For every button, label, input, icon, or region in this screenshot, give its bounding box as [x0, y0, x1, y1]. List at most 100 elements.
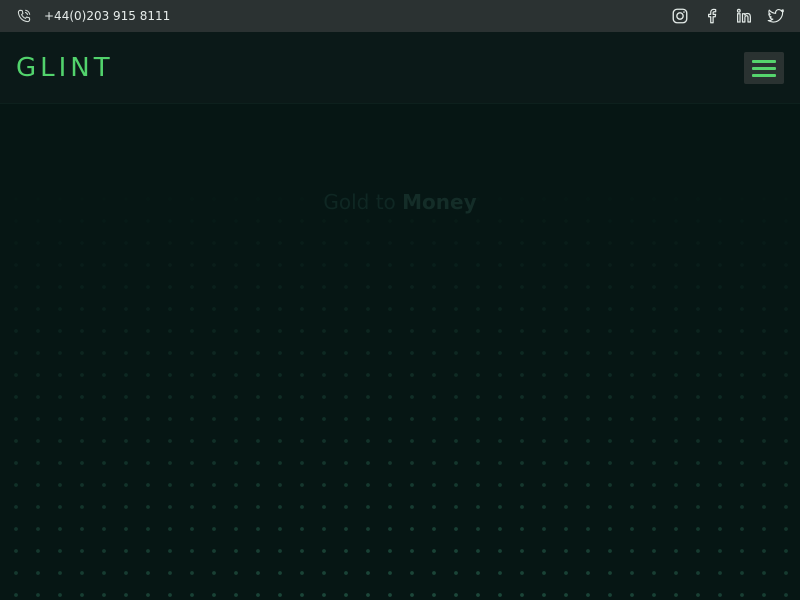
- background-dot: [696, 307, 700, 311]
- background-dot: [564, 593, 568, 597]
- background-dot: [608, 395, 612, 399]
- background-dot: [652, 593, 656, 597]
- background-dot: [410, 241, 414, 245]
- phone-icon[interactable]: [16, 8, 32, 24]
- background-dot: [432, 307, 436, 311]
- background-dot: [190, 241, 194, 245]
- background-dot: [696, 461, 700, 465]
- background-dot: [498, 571, 502, 575]
- background-dot: [542, 461, 546, 465]
- background-dot: [432, 373, 436, 377]
- background-dot: [80, 439, 84, 443]
- hamburger-menu-button[interactable]: [744, 52, 784, 84]
- background-dot: [278, 307, 282, 311]
- background-dot: [520, 351, 524, 355]
- background-dot: [498, 285, 502, 289]
- background-dot: [410, 505, 414, 509]
- background-dot: [278, 263, 282, 267]
- menu-bar-bottom: [752, 74, 776, 77]
- background-dot: [740, 417, 744, 421]
- hero-title-part2: Money: [402, 190, 477, 214]
- background-dot: [190, 219, 194, 223]
- background-dot: [410, 571, 414, 575]
- background-dot: [278, 395, 282, 399]
- background-dot: [190, 351, 194, 355]
- background-dot: [718, 373, 722, 377]
- background-dot: [146, 439, 150, 443]
- background-dot: [520, 505, 524, 509]
- background-dot: [102, 373, 106, 377]
- background-dot: [498, 263, 502, 267]
- background-dot: [36, 373, 40, 377]
- background-dot: [322, 593, 326, 597]
- background-dot: [58, 593, 62, 597]
- background-dot: [410, 549, 414, 553]
- background-dot: [146, 219, 150, 223]
- background-dot: [124, 285, 128, 289]
- background-dot: [542, 483, 546, 487]
- background-dot: [454, 241, 458, 245]
- background-dot: [190, 285, 194, 289]
- background-dot: [410, 351, 414, 355]
- background-dot: [608, 219, 612, 223]
- background-dot: [454, 505, 458, 509]
- background-dot: [674, 307, 678, 311]
- background-dot: [278, 483, 282, 487]
- background-dot: [652, 527, 656, 531]
- background-dot: [212, 395, 216, 399]
- background-dot: [520, 373, 524, 377]
- background-dot: [762, 527, 766, 531]
- background-dot: [740, 527, 744, 531]
- background-dot: [190, 439, 194, 443]
- background-dot: [542, 439, 546, 443]
- background-dot: [652, 373, 656, 377]
- background-dot: [146, 351, 150, 355]
- background-dot: [256, 505, 260, 509]
- background-dot: [498, 549, 502, 553]
- background-dot: [762, 219, 766, 223]
- background-dot: [674, 483, 678, 487]
- background-dot: [190, 549, 194, 553]
- background-dot: [322, 285, 326, 289]
- facebook-icon[interactable]: [703, 7, 721, 25]
- background-dot: [476, 329, 480, 333]
- background-dot: [432, 351, 436, 355]
- instagram-icon[interactable]: [671, 7, 689, 25]
- background-dot: [630, 373, 634, 377]
- background-dot: [278, 373, 282, 377]
- background-dot: [58, 549, 62, 553]
- background-dot: [762, 483, 766, 487]
- background-dot: [542, 395, 546, 399]
- background-dot: [498, 483, 502, 487]
- background-dot: [784, 439, 788, 443]
- phone-number[interactable]: +44(0)203 915 8111: [44, 9, 170, 24]
- background-dot: [322, 505, 326, 509]
- background-dot: [80, 549, 84, 553]
- twitter-icon[interactable]: [767, 7, 785, 25]
- background-dot: [586, 241, 590, 245]
- background-dot: [146, 549, 150, 553]
- background-dot: [652, 395, 656, 399]
- linkedin-icon[interactable]: [735, 7, 753, 25]
- background-dot: [366, 593, 370, 597]
- background-dot: [784, 219, 788, 223]
- background-dot: [146, 527, 150, 531]
- background-dot: [322, 461, 326, 465]
- background-dot: [168, 329, 172, 333]
- background-dot: [168, 505, 172, 509]
- background-dot: [36, 351, 40, 355]
- background-dot: [520, 461, 524, 465]
- background-dot: [674, 395, 678, 399]
- logo[interactable]: GLINT: [16, 53, 114, 83]
- background-dot: [124, 439, 128, 443]
- background-dot: [476, 263, 480, 267]
- background-dot: [696, 219, 700, 223]
- background-dot: [102, 307, 106, 311]
- background-dot: [344, 219, 348, 223]
- background-dot: [630, 351, 634, 355]
- background-dot: [652, 571, 656, 575]
- background-dot: [124, 461, 128, 465]
- background-dot: [102, 395, 106, 399]
- background-dot: [784, 527, 788, 531]
- background-dot: [718, 351, 722, 355]
